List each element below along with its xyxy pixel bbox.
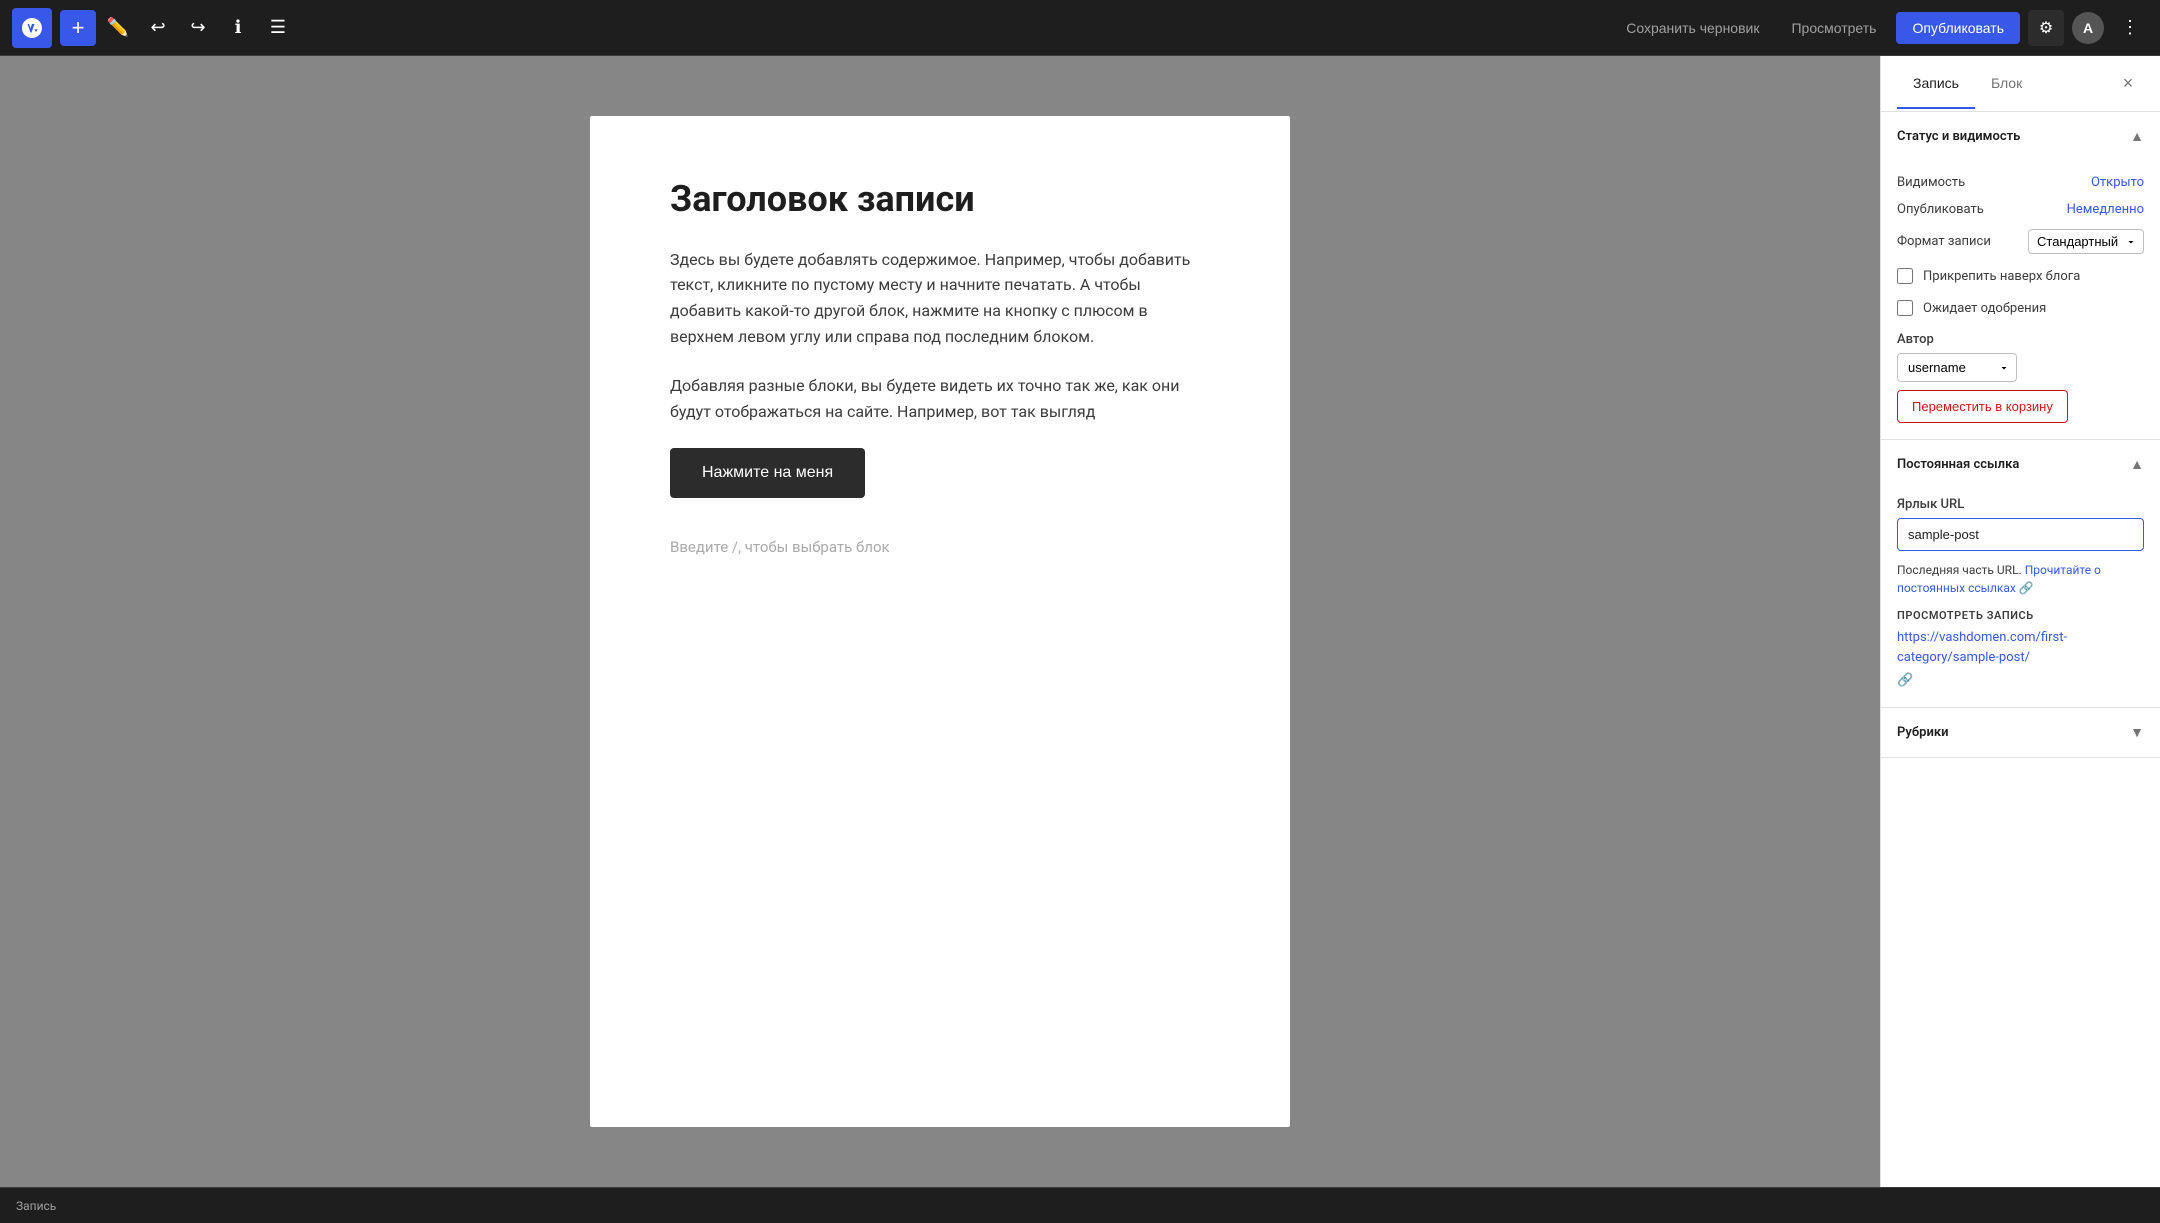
status-bar-text: Запись xyxy=(16,1199,56,1213)
post-body-1[interactable]: Здесь вы будете добавлять содержимое. На… xyxy=(670,247,1210,349)
main-layout: Заголовок записи Здесь вы будете добавля… xyxy=(0,56,2160,1187)
review-row: Ожидает одобрения xyxy=(1897,292,2144,324)
url-input[interactable] xyxy=(1897,518,2144,551)
permalink-section: Постоянная ссылка ▲ Ярлык URL Последняя … xyxy=(1881,440,2160,708)
editor-placeholder[interactable]: Введите /, чтобы выбрать блок xyxy=(670,530,1210,564)
edit-button[interactable]: ✏️ xyxy=(100,10,136,46)
editor-canvas: Заголовок записи Здесь вы будете добавля… xyxy=(590,116,1290,1127)
visibility-label: Видимость xyxy=(1897,175,1965,190)
review-label: Ожидает одобрения xyxy=(1923,301,2046,316)
permalink-header[interactable]: Постоянная ссылка ▲ xyxy=(1881,440,2160,489)
visibility-row: Видимость Открыто xyxy=(1897,169,2144,196)
format-select[interactable]: Стандартный xyxy=(2028,229,2144,254)
url-label: Ярлык URL xyxy=(1897,497,2144,512)
author-select[interactable]: username xyxy=(1897,353,2017,382)
save-draft-button[interactable]: Сохранить черновик xyxy=(1614,14,1771,42)
post-title[interactable]: Заголовок записи xyxy=(670,176,1210,223)
publish-row: Опубликовать Немедленно xyxy=(1897,196,2144,223)
sidebar-header: Запись Блок × xyxy=(1881,56,2160,112)
status-chevron-icon: ▲ xyxy=(2130,128,2144,145)
format-label: Формат записи xyxy=(1897,234,1991,249)
pin-row: Прикрепить наверх блога xyxy=(1897,260,2144,292)
more-options-button[interactable]: ⋮ xyxy=(2112,10,2148,46)
status-visibility-content: Видимость Открыто Опубликовать Немедленн… xyxy=(1881,161,2160,439)
pin-checkbox[interactable] xyxy=(1897,268,1913,284)
list-view-button[interactable]: ☰ xyxy=(260,10,296,46)
toolbar-right: Сохранить черновик Просмотреть Опубликов… xyxy=(1614,10,2148,46)
rubrics-label: Рубрики xyxy=(1897,725,1949,740)
publish-label: Опубликовать xyxy=(1897,202,1984,217)
view-post-label: ПРОСМОТРЕТЬ ЗАПИСЬ xyxy=(1897,609,2144,622)
author-label: Автор xyxy=(1897,332,2144,347)
wordpress-logo[interactable] xyxy=(12,8,52,48)
url-info: Последняя часть URL. Прочитайте о постоя… xyxy=(1897,561,2144,597)
rubrics-section: Рубрики ▼ xyxy=(1881,708,2160,758)
permalink-title: Постоянная ссылка xyxy=(1897,457,2019,472)
view-post-link[interactable]: https://vashdomen.com/first-category/sam… xyxy=(1897,628,2144,691)
tab-block[interactable]: Блок xyxy=(1975,59,2038,109)
add-block-button[interactable]: + xyxy=(60,10,96,46)
info-button[interactable]: ℹ xyxy=(220,10,256,46)
rubrics-header[interactable]: Рубрики ▼ xyxy=(1881,708,2160,757)
status-visibility-title: Статус и видимость xyxy=(1897,129,2020,144)
redo-button[interactable]: ↪ xyxy=(180,10,216,46)
preview-button[interactable]: Просмотреть xyxy=(1779,14,1888,42)
pin-label: Прикрепить наверх блога xyxy=(1923,269,2080,284)
format-row: Формат записи Стандартный xyxy=(1897,223,2144,260)
toolbar: + ✏️ ↩ ↪ ℹ ☰ Сохранить черновик Просмотр… xyxy=(0,0,2160,56)
post-body-2[interactable]: Добавляя разные блоки, вы будете видеть … xyxy=(670,373,1210,424)
visibility-value[interactable]: Открыто xyxy=(2091,175,2144,190)
status-visibility-section: Статус и видимость ▲ Видимость Открыто О… xyxy=(1881,112,2160,440)
permalink-content: Ярлык URL Последняя часть URL. Прочитайт… xyxy=(1881,489,2160,707)
status-bar: Запись xyxy=(0,1187,2160,1223)
status-visibility-header[interactable]: Статус и видимость ▲ xyxy=(1881,112,2160,161)
publish-value[interactable]: Немедленно xyxy=(2067,202,2144,217)
editor-area: Заголовок записи Здесь вы будете добавля… xyxy=(0,56,1880,1187)
post-call-to-action-button[interactable]: Нажмите на меня xyxy=(670,448,865,498)
review-checkbox[interactable] xyxy=(1897,300,1913,316)
tab-post[interactable]: Запись xyxy=(1897,59,1975,109)
toolbar-left: + ✏️ ↩ ↪ ℹ ☰ xyxy=(12,8,1610,48)
permalink-chevron-icon: ▲ xyxy=(2130,456,2144,473)
publish-button[interactable]: Опубликовать xyxy=(1896,12,2020,44)
move-to-trash-button[interactable]: Переместить в корзину xyxy=(1897,390,2068,423)
sidebar: Запись Блок × Статус и видимость ▲ Видим… xyxy=(1880,56,2160,1187)
user-avatar-button[interactable]: A xyxy=(2072,12,2104,44)
rubrics-chevron-icon: ▼ xyxy=(2130,724,2144,741)
author-section: Автор username xyxy=(1897,332,2144,382)
settings-button[interactable]: ⚙ xyxy=(2028,10,2064,46)
undo-button[interactable]: ↩ xyxy=(140,10,176,46)
close-sidebar-button[interactable]: × xyxy=(2112,68,2144,100)
